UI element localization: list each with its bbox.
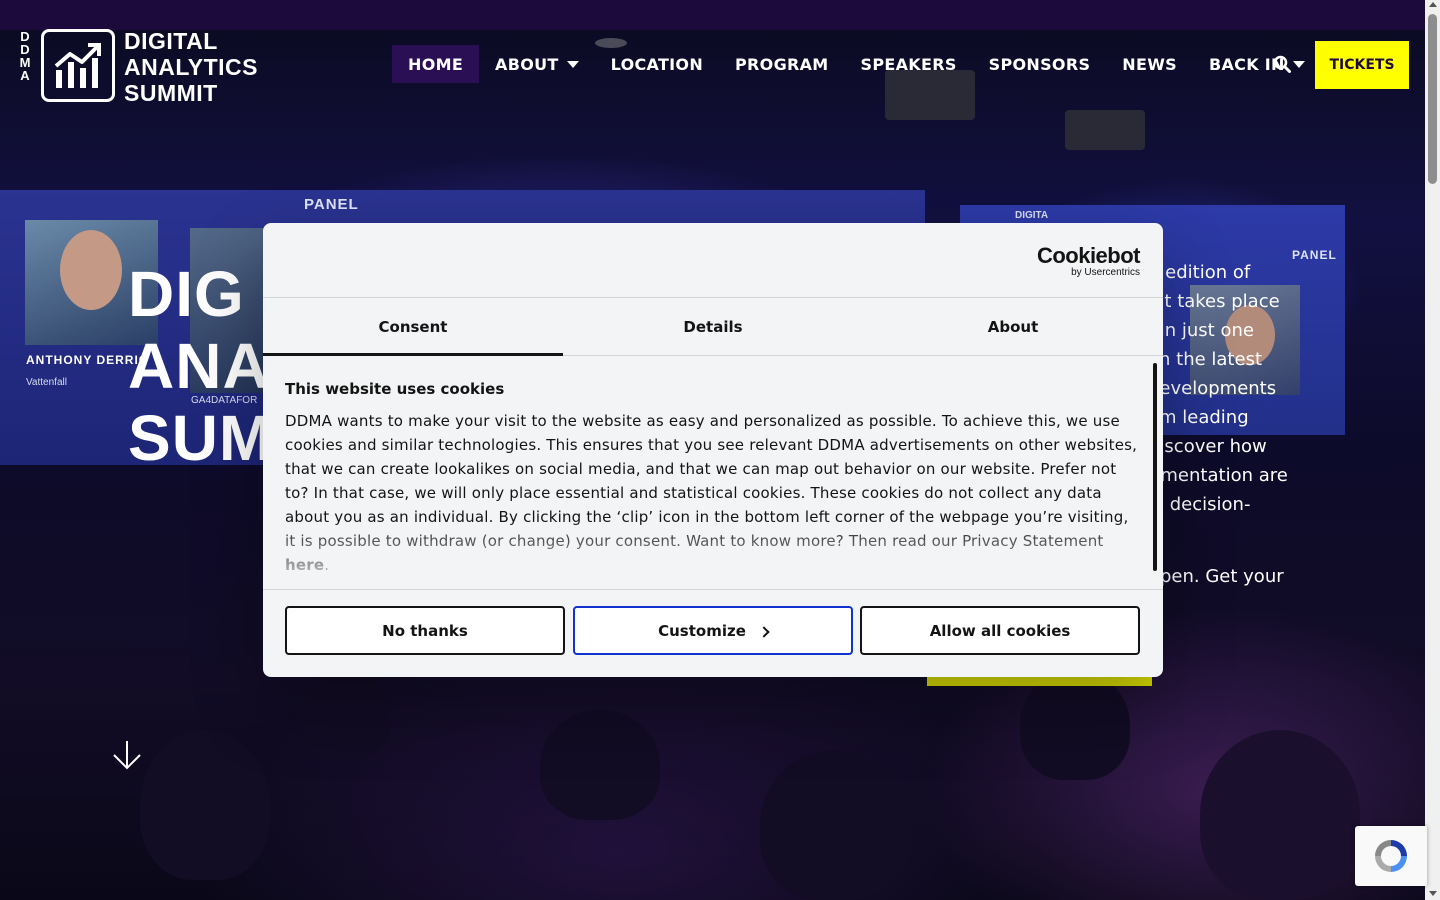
recaptcha-badge[interactable] (1355, 826, 1427, 886)
scroll-up-icon[interactable] (1429, 2, 1437, 7)
recaptcha-icon (1375, 840, 1407, 872)
chevron-right-icon (758, 625, 770, 638)
scroll-down-icon[interactable] (1429, 891, 1437, 896)
dialog-header: Cookiebot by Usercentrics (263, 223, 1163, 298)
dialog-footer: No thanks Customize Allow all cookies (263, 589, 1163, 677)
text-fade (263, 520, 1143, 590)
cookie-consent-dialog: Cookiebot by Usercentrics Consent Detail… (263, 223, 1163, 677)
tab-consent[interactable]: Consent (263, 298, 563, 356)
no-thanks-button[interactable]: No thanks (285, 606, 565, 655)
page-scrollbar[interactable] (1425, 0, 1440, 900)
dialog-scrollbar[interactable] (1153, 363, 1157, 571)
allow-all-cookies-button[interactable]: Allow all cookies (860, 606, 1140, 655)
dialog-heading: This website uses cookies (285, 380, 505, 398)
customize-button[interactable]: Customize (573, 606, 853, 655)
scrollbar-thumb[interactable] (1428, 14, 1437, 184)
tab-about[interactable]: About (863, 298, 1163, 355)
cookiebot-logo: Cookiebot by Usercentrics (1036, 243, 1141, 279)
tab-details[interactable]: Details (563, 298, 863, 355)
dialog-body: This website uses cookies DDMA wants to … (263, 356, 1163, 590)
dialog-tabs: Consent Details About (263, 298, 1163, 356)
